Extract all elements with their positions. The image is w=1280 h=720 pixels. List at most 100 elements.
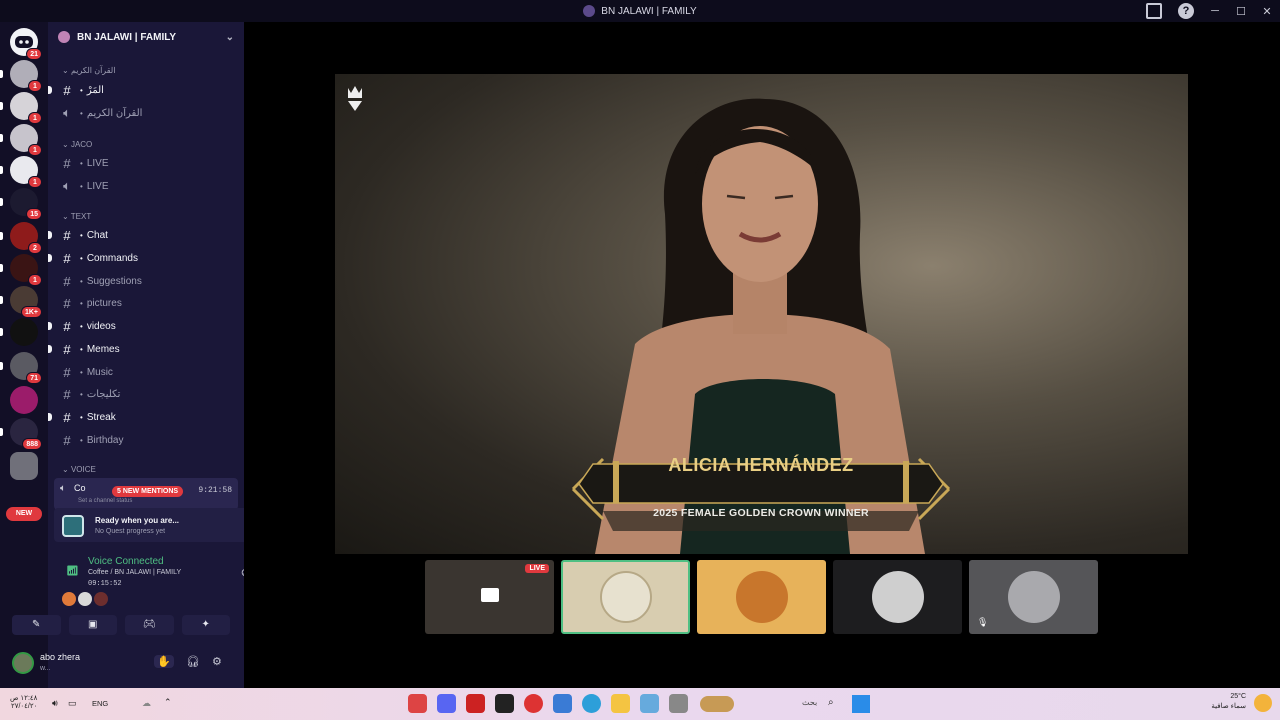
server-icon[interactable]	[10, 452, 38, 480]
channel-item[interactable]: # • Commands	[48, 248, 238, 268]
discord-app-icon[interactable]	[437, 694, 456, 713]
window-title: BN JALAWI | FAMILY	[601, 5, 697, 17]
hash-icon: #	[63, 341, 71, 357]
category-header[interactable]: ⌄ القرآن الكريم	[62, 66, 115, 75]
clock[interactable]: ١٢:٤٨ ص ٢٧/٠٤/٢٠	[10, 694, 37, 710]
search-icon[interactable]: ⌕	[828, 697, 834, 708]
channel-item[interactable]: # • LIVE	[58, 153, 238, 173]
channel-item[interactable]: # • Memes	[48, 339, 238, 359]
volume-icon[interactable]: 🔊︎	[52, 698, 58, 709]
participant-tile[interactable]	[561, 560, 690, 634]
server-icon[interactable]: 71	[0, 352, 42, 384]
user-panel: abo zhera w... ✋ 🎧︎ ⚙	[6, 646, 238, 684]
search-highlight-icon[interactable]	[700, 696, 734, 712]
taskbar-search[interactable]: بحث	[802, 698, 817, 707]
server-icon[interactable]	[0, 318, 38, 346]
user-status: w...	[40, 665, 51, 672]
windows-start-icon[interactable]	[852, 695, 870, 713]
hash-icon: #	[63, 432, 71, 448]
voice-connected-label[interactable]: Voice Connected	[88, 556, 164, 567]
opera-icon[interactable]	[524, 694, 543, 713]
avatar[interactable]	[12, 652, 34, 674]
participant-tile[interactable]	[833, 560, 962, 634]
screen-share-icon[interactable]: ▣	[68, 615, 117, 635]
server-icon[interactable]	[10, 386, 38, 414]
server-icon[interactable]: 1K+	[0, 286, 42, 318]
headphones-icon[interactable]: 🎧︎	[186, 655, 200, 668]
app-icon[interactable]	[466, 694, 485, 713]
soundboard-icon[interactable]: ✦	[181, 615, 230, 635]
unread-badge: 1	[28, 176, 42, 188]
channel-item[interactable]: # • pictures	[58, 293, 238, 313]
voice-channel-item[interactable]: 🔈︎ • القرآن الكريم	[58, 103, 238, 123]
server-icon[interactable]: 1	[0, 60, 42, 92]
participant-tile[interactable]	[697, 560, 826, 634]
stream-video[interactable]: ALICIA HERNÁNDEZ 2025 FEMALE GOLDEN CROW…	[335, 74, 1188, 554]
channel-item[interactable]: # • تكليجات	[58, 384, 238, 404]
category-header[interactable]: ⌄ TEXT	[62, 212, 91, 221]
server-icon[interactable]: 1	[0, 254, 42, 286]
channel-item[interactable]: # • Streak	[48, 407, 238, 427]
language-indicator[interactable]: ENG	[92, 699, 108, 708]
server-icon[interactable]: 888	[0, 418, 42, 450]
title-bar: BN JALAWI | FAMILY ? ─ ☐ ✕	[0, 0, 1280, 22]
channel-item[interactable]: # • Birthday	[58, 430, 238, 450]
avatar[interactable]	[78, 592, 92, 606]
unread-badge: 1	[28, 144, 42, 156]
microphone-icon[interactable]: ✋	[154, 655, 174, 668]
folder-icon[interactable]	[611, 694, 630, 713]
channel-item[interactable]: # • Chat	[48, 225, 238, 245]
new-server-badge[interactable]: NEW	[6, 507, 42, 521]
hash-icon: #	[63, 250, 71, 266]
avatar[interactable]	[62, 592, 76, 606]
server-icon[interactable]: 15	[0, 188, 42, 220]
category-header[interactable]: ⌄ VOICE	[62, 465, 96, 474]
steam-icon[interactable]	[495, 694, 514, 713]
voice-connected-channel[interactable]: Coffee / BN JALAWI | FAMILY	[88, 569, 181, 576]
help-icon[interactable]: ?	[1178, 3, 1194, 19]
home-button[interactable]: 21	[10, 28, 42, 60]
unread-badge: 1K+	[20, 306, 42, 318]
guild-header[interactable]: BN JALAWI | FAMILY ⌄	[48, 22, 244, 52]
minimize-button[interactable]: ─	[1202, 5, 1228, 17]
task-view-icon[interactable]	[669, 694, 688, 713]
maximize-button[interactable]: ☐	[1228, 5, 1254, 18]
chevron-up-icon[interactable]: ⌃	[164, 697, 172, 708]
live-badge: LIVE	[525, 564, 549, 573]
channel-item[interactable]: # • Music	[58, 362, 238, 382]
gear-icon[interactable]: ⚙	[212, 655, 222, 668]
channel-item[interactable]: # • المَرْ	[48, 80, 238, 100]
channel-item[interactable]: # • Suggestions	[58, 271, 238, 291]
hash-icon: #	[63, 409, 71, 425]
voice-channel-item[interactable]: 🔈︎ • LIVE	[58, 176, 238, 196]
banner-subtitle: 2025 FEMALE GOLDEN CROWN WINNER	[653, 507, 869, 519]
channel-status[interactable]: Set a channel status	[78, 498, 132, 504]
screen-share-icon	[481, 588, 499, 602]
cloud-icon[interactable]: ☁	[142, 698, 151, 709]
new-mentions-badge[interactable]: 5 NEW MENTIONS	[112, 486, 184, 497]
server-icon[interactable]: 2	[0, 222, 42, 254]
server-icon[interactable]: 1	[0, 92, 42, 124]
network-icon[interactable]: ▭	[68, 698, 77, 709]
voice-members	[62, 592, 108, 606]
camera-off-icon[interactable]: ✎	[12, 615, 61, 635]
avatar[interactable]	[94, 592, 108, 606]
channel-item[interactable]: # • videos	[48, 316, 238, 336]
category-header[interactable]: ⌄ JACO	[62, 140, 92, 149]
server-icon[interactable]: 1	[0, 156, 42, 188]
hash-icon: #	[63, 318, 71, 334]
server-icon[interactable]: 1	[0, 124, 42, 156]
app-icon[interactable]	[408, 694, 427, 713]
username[interactable]: abo zhera	[40, 652, 80, 662]
store-icon[interactable]	[553, 694, 572, 713]
participant-tile[interactable]: 🎙︎	[969, 560, 1098, 634]
close-button[interactable]: ✕	[1254, 5, 1280, 18]
stream-tile[interactable]: LIVE	[425, 560, 554, 634]
weather-icon[interactable]	[1254, 694, 1272, 712]
weather-widget[interactable]: 25°C سماء صافية	[1211, 692, 1246, 712]
inbox-icon[interactable]	[1146, 3, 1162, 19]
copilot-icon[interactable]	[640, 694, 659, 713]
edge-icon[interactable]	[582, 694, 601, 713]
activity-icon[interactable]: 🎮︎	[125, 615, 174, 635]
unread-pill	[48, 231, 52, 239]
